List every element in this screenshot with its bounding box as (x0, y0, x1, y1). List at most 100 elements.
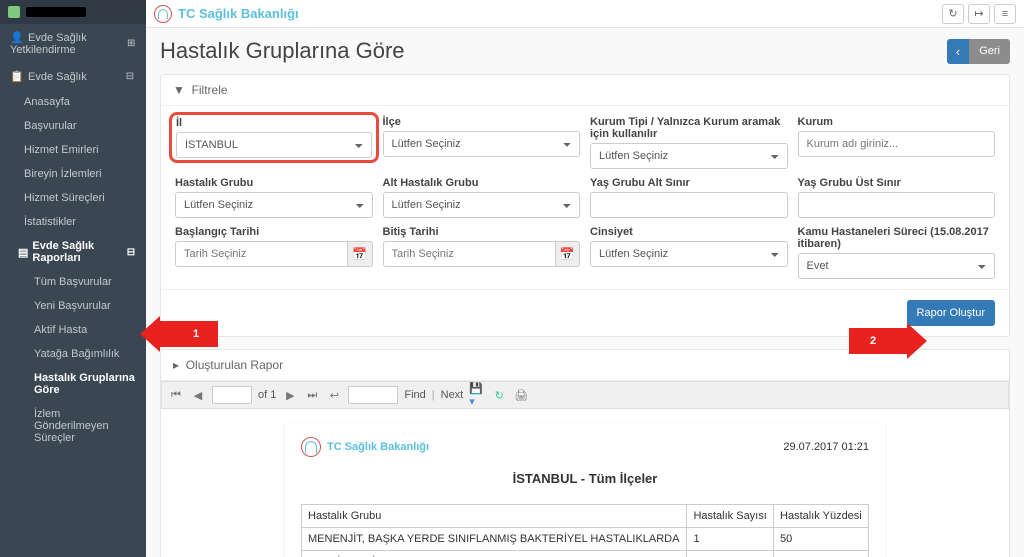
top-actions: ↻ ↦ ≡ (942, 4, 1016, 24)
label-alt-hastalik: Alt Hastalık Grubu (383, 177, 581, 189)
next-label[interactable]: Next (441, 389, 464, 401)
report-title: İSTANBUL - Tüm İlçeler (301, 471, 869, 486)
select-hastalik-grubu[interactable]: Lütfen Seçiniz (175, 192, 373, 218)
calendar-icon[interactable]: 📅 (348, 241, 372, 267)
col-hastalik-grubu: Hastalık Grubu (302, 505, 687, 528)
find-label[interactable]: Find (404, 389, 425, 401)
user-avatar (8, 6, 20, 18)
input-bitis[interactable] (383, 241, 556, 267)
next-page-icon[interactable]: ▶ (282, 387, 298, 403)
export-icon[interactable]: 💾▾ (469, 387, 485, 403)
select-ilce[interactable]: Lütfen Seçiniz (383, 131, 581, 157)
minus-icon: ⊟ (126, 246, 136, 258)
page-input[interactable] (212, 386, 252, 404)
cell: MENENJİT, BAŞKA YERDE SINIFLANMIŞ BAKTER… (302, 528, 687, 551)
sidebar-label: Evde Sağlık (28, 71, 87, 83)
input-yas-ust[interactable] (798, 192, 996, 218)
field-alt-hastalik: Alt Hastalık Grubu Lütfen Seçiniz (383, 177, 581, 218)
sidebar-sub-hizmet-surecleri[interactable]: Hizmet Süreçleri (0, 186, 146, 210)
report-table: Hastalık Grubu Hastalık Sayısı Hastalık … (301, 504, 869, 557)
label-cinsiyet: Cinsiyet (590, 226, 788, 238)
brand-logo-icon (154, 5, 172, 23)
field-kurum: Kurum (798, 116, 996, 169)
input-yas-alt[interactable] (590, 192, 788, 218)
sidebar-sub-istatistikler[interactable]: İstatistikler (0, 210, 146, 234)
prev-page-icon[interactable]: ◀ (190, 387, 206, 403)
page-header: Hastalık Gruplarına Göre ‹ Geri (146, 28, 1024, 74)
sidebar-report-yeni[interactable]: Yeni Başvurular (0, 294, 146, 318)
label-baslangic: Başlangıç Tarihi (175, 226, 373, 238)
field-hastalik-grubu: Hastalık Grubu Lütfen Seçiniz (175, 177, 373, 218)
sidebar-report-yataga[interactable]: Yatağa Bağımlılık (0, 342, 146, 366)
input-baslangic[interactable] (175, 241, 348, 267)
label-kamu: Kamu Hastaneleri Süreci (15.08.2017 itib… (798, 226, 996, 250)
caret-icon: ▸ (173, 358, 179, 372)
select-kurum-tipi[interactable]: Lütfen Seçiniz (590, 143, 788, 169)
report-heading: Oluşturulan Rapor (186, 358, 283, 372)
sidebar-sub-basvurular[interactable]: Başvurular (0, 114, 146, 138)
col-hastalik-sayisi: Hastalık Sayısı (687, 505, 774, 528)
sidebar-sub-hizmet-emirleri[interactable]: Hizmet Emirleri (0, 138, 146, 162)
field-yas-ust: Yaş Grubu Üst Sınır (798, 177, 996, 218)
filter-panel-head: ▼ Filtrele (161, 75, 1009, 106)
minus-icon: ⊟ (124, 71, 136, 83)
label-bitis: Bitiş Tarihi (383, 226, 581, 238)
sidebar-sub-reports[interactable]: ▤Evde Sağlık Raporları ⊟ (0, 234, 146, 270)
content: ▼ Filtrele İl İSTANBUL (146, 74, 1024, 557)
col-hastalik-yuzdesi: Hastalık Yüzdesi (774, 505, 869, 528)
sidebar-item-evde-saglik[interactable]: 📋Evde Sağlık ⊟ (0, 63, 146, 90)
report-brand-text: TC Sağlık Bakanlığı (327, 441, 429, 453)
logout-button[interactable]: ↦ (968, 4, 990, 24)
sidebar-user (0, 0, 146, 24)
sidebar-report-hastalik[interactable]: Hastalık Gruplarına Göre (0, 366, 146, 402)
cell: 1 (687, 528, 774, 551)
topbar: TC Sağlık Bakanlığı ↻ ↦ ≡ (146, 0, 1024, 28)
user-name-redacted (26, 7, 86, 17)
page-of-text: of 1 (258, 389, 276, 401)
sidebar: 👤Evde Sağlık Yetkilendirme ⊞ 📋Evde Sağlı… (0, 0, 146, 557)
first-page-icon[interactable]: ⏮ (168, 387, 184, 403)
filter-footer: 2 Rapor Oluştur (161, 289, 1009, 336)
last-page-icon[interactable]: ⏭ (304, 387, 320, 403)
page-title: Hastalık Gruplarına Göre (160, 38, 405, 64)
select-cinsiyet[interactable]: Lütfen Seçiniz (590, 241, 788, 267)
print-icon[interactable]: 🖨 (513, 387, 529, 403)
plus-icon: ⊞ (126, 38, 136, 50)
field-yas-alt: Yaş Grubu Alt Sınır (590, 177, 788, 218)
report-page: TC Sağlık Bakanlığı 29.07.2017 01:21 İST… (285, 423, 885, 557)
brand-logo-icon (301, 437, 321, 457)
report-toolbar: ⏮ ◀ of 1 ▶ ⏭ ↩ Find | Next 💾▾ ↻ 🖨 (161, 381, 1009, 409)
back-button[interactable]: Geri (969, 39, 1010, 64)
sidebar-report-tum[interactable]: Tüm Başvurular (0, 270, 146, 294)
label-kurum: Kurum (798, 116, 996, 128)
arrow-left-icon (140, 316, 160, 352)
field-il: İl İSTANBUL (175, 116, 373, 169)
sidebar-sub-anasayfa[interactable]: Anasayfa (0, 90, 146, 114)
field-kurum-tipi: Kurum Tipi / Yalnızca Kurum aramak için … (590, 116, 788, 169)
refresh-button[interactable]: ↻ (942, 4, 964, 24)
input-kurum[interactable] (798, 131, 996, 157)
highlight-il: İl İSTANBUL (169, 112, 379, 163)
back-arrow-button[interactable]: ‹ (947, 39, 969, 64)
sidebar-report-izlem[interactable]: İzlem Gönderilmeyen Süreçler (0, 402, 146, 450)
annotation-arrow-2: 2 (849, 323, 927, 359)
back-icon[interactable]: ↩ (326, 387, 342, 403)
annotation-arrow-1-label: 1 (160, 321, 218, 347)
select-kamu[interactable]: Evet (798, 253, 996, 279)
sidebar-report-aktif[interactable]: Aktif Hasta (0, 318, 146, 342)
select-il[interactable]: İSTANBUL (176, 132, 372, 158)
field-baslangic: Başlangıç Tarihi 📅 (175, 226, 373, 279)
filter-icon: ▼ (173, 83, 185, 97)
cell: 50 (774, 551, 869, 557)
sidebar-item-yetkilendirme[interactable]: 👤Evde Sağlık Yetkilendirme ⊞ (0, 24, 146, 63)
table-row: MENENJİT, BAŞKA YERDE SINIFLANMIŞ BAKTER… (302, 528, 869, 551)
find-input[interactable] (348, 386, 398, 404)
sidebar-reports-label: Evde Sağlık Raporları (32, 240, 125, 264)
cell: 50 (774, 528, 869, 551)
brand: TC Sağlık Bakanlığı (154, 5, 299, 23)
sidebar-sub-bireyin-izlemleri[interactable]: Bireyin İzlemleri (0, 162, 146, 186)
select-alt-hastalik[interactable]: Lütfen Seçiniz (383, 192, 581, 218)
refresh-icon[interactable]: ↻ (491, 387, 507, 403)
calendar-icon[interactable]: 📅 (556, 241, 580, 267)
menu-button[interactable]: ≡ (994, 4, 1016, 24)
